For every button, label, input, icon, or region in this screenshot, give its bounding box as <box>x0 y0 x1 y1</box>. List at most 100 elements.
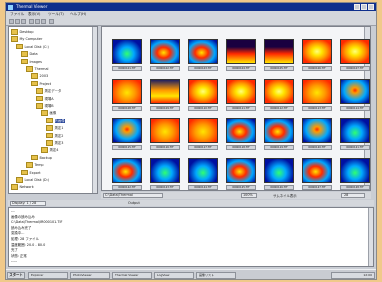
thermal-thumbnail[interactable]: IR000104.TIF <box>226 39 256 72</box>
tree-node[interactable]: 現場B <box>36 103 54 109</box>
view-icon[interactable] <box>49 19 54 24</box>
thumbnail-caption: IR000116.TIF <box>150 145 180 150</box>
thermal-thumbnail[interactable]: IR000101.TIF <box>112 39 142 72</box>
thermal-thumbnail[interactable]: IR000118.TIF <box>226 118 256 151</box>
thermal-thumbnail[interactable]: IR000108.TIF <box>112 78 142 112</box>
thermal-thumbnail[interactable]: IR000127.TIF <box>302 157 332 191</box>
menu-file[interactable]: ファイル <box>10 12 24 17</box>
tree-node[interactable]: Images <box>21 58 42 65</box>
thermal-thumbnail[interactable]: IR000122.TIF <box>112 157 142 191</box>
zoom-text: 100% <box>243 193 253 197</box>
tree-node[interactable]: 熱画像 <box>46 117 65 124</box>
thumbnail-caption: IR000121.TIF <box>340 145 370 150</box>
tree-node-label: Data <box>29 51 38 56</box>
path-text: C:\Data\Thermal <box>105 193 133 197</box>
thermal-thumbnail[interactable]: IR000109.TIF <box>150 78 180 112</box>
thermal-image <box>302 39 332 64</box>
thermal-thumbnail[interactable]: IR000128.TIF <box>340 157 370 191</box>
folder-tree[interactable]: Desktop My Computer Local Disk (C:) Data Ima… <box>8 26 98 194</box>
tree-node[interactable]: 測定2 <box>46 132 63 139</box>
thermal-thumbnail[interactable]: IR000112.TIF <box>264 78 294 112</box>
thermal-thumbnail[interactable]: IR000125.TIF <box>226 157 256 191</box>
thermal-thumbnail[interactable]: IR000110.TIF <box>188 78 218 112</box>
tree-node[interactable]: 測定4 <box>41 147 58 153</box>
tree-node[interactable]: 測定1 <box>46 125 63 131</box>
thermal-thumbnail[interactable]: IR000113.TIF <box>302 78 332 112</box>
tree-node-label: Network <box>19 185 34 190</box>
log-scrollbar[interactable] <box>368 208 373 266</box>
thermal-image <box>340 118 370 143</box>
menu-help[interactable]: ヘルプ(H) <box>70 12 86 17</box>
menu-tools[interactable]: ツール(T) <box>48 12 64 17</box>
log-line: 処理: 28 ファイル <box>11 237 39 241</box>
tree-node[interactable]: 測定データ <box>36 88 62 94</box>
thumbnail-caption: IR000104.TIF <box>226 66 256 71</box>
tree-node[interactable]: Local Disk (C:) <box>16 43 49 50</box>
tree-node[interactable]: My Computer <box>11 36 42 42</box>
thermal-thumbnail[interactable]: IR000115.TIF <box>112 118 142 151</box>
thermal-thumbnail[interactable]: IR000123.TIF <box>150 157 180 191</box>
tree-node[interactable]: Export <box>21 169 41 176</box>
thermal-image <box>188 39 218 64</box>
thermal-thumbnail[interactable]: IR000121.TIF <box>340 118 370 151</box>
copy-icon[interactable] <box>35 19 40 24</box>
tree-node[interactable]: 現場A <box>36 95 54 102</box>
tree-node[interactable]: 画像 <box>41 110 56 116</box>
thermal-thumbnail[interactable]: IR000111.TIF <box>226 78 256 112</box>
thumbnail-caption: IR000128.TIF <box>340 184 370 190</box>
thermal-thumbnail[interactable]: IR000119.TIF <box>264 118 294 151</box>
menu-view[interactable]: 表示(V) <box>28 12 40 17</box>
tree-node[interactable]: Network <box>11 184 34 190</box>
maximize-button[interactable] <box>361 4 367 10</box>
start-button[interactable]: スタート <box>7 271 25 279</box>
taskbar-item[interactable]: Explorer <box>28 271 68 279</box>
thumbnail-grid[interactable]: IR000101.TIF IR000102.TIF IR000103.TIF IR00… <box>101 26 371 191</box>
thumbnail-caption: IR000125.TIF <box>226 184 256 190</box>
thermal-image <box>226 157 256 183</box>
folder-icon <box>16 177 23 183</box>
tree-node[interactable]: Temp <box>26 162 44 168</box>
minimize-button[interactable] <box>354 4 360 10</box>
thumbnail-caption: IR000107.TIF <box>340 66 370 71</box>
tree-scrollbar[interactable] <box>92 27 97 193</box>
thermal-thumbnail[interactable]: IR000103.TIF <box>188 39 218 72</box>
tree-node-label: Thermal <box>34 66 49 71</box>
output-tab-label[interactable]: Output <box>128 201 140 205</box>
thermal-thumbnail[interactable]: IR000126.TIF <box>264 157 294 191</box>
thermal-thumbnail[interactable]: IR000106.TIF <box>302 39 332 72</box>
close-button[interactable] <box>368 4 374 10</box>
thermal-thumbnail[interactable]: IR000102.TIF <box>150 39 180 72</box>
thermal-thumbnail[interactable]: IR000107.TIF <box>340 39 370 72</box>
forward-icon[interactable] <box>15 19 20 24</box>
output-log[interactable]: --- 画像の読み込み C:\Data\Thermal\IR000101.TIF 読み… <box>8 207 374 267</box>
tree-node[interactable]: Thermal <box>26 66 49 72</box>
thermal-thumbnail[interactable]: IR000120.TIF <box>302 118 332 151</box>
taskbar-item[interactable]: 画像リスト <box>196 271 236 279</box>
log-line: --- <box>11 209 15 213</box>
tree-node[interactable]: Local Disk (D:) <box>16 177 49 183</box>
thumbnail-caption: IR000103.TIF <box>188 66 218 71</box>
taskbar-item[interactable]: Thermal Viewer <box>112 271 152 279</box>
tree-node[interactable]: 2003 <box>31 73 48 79</box>
thermal-thumbnail[interactable]: IR000117.TIF <box>188 118 218 151</box>
tree-node-label: 測定データ <box>44 88 62 93</box>
log-line: 画像の読み込み <box>11 214 35 219</box>
tree-node[interactable]: Data <box>21 51 38 57</box>
thermal-image <box>112 118 142 143</box>
thermal-thumbnail[interactable]: IR000116.TIF <box>150 118 180 151</box>
thumbnail-caption: IR000111.TIF <box>226 105 256 111</box>
cut-icon[interactable] <box>29 19 34 24</box>
tree-node[interactable]: Project <box>31 80 51 87</box>
tree-node-label: 熱画像 <box>54 118 65 123</box>
thermal-thumbnail[interactable]: IR000124.TIF <box>188 157 218 191</box>
tree-node[interactable]: Desktop <box>11 29 33 35</box>
taskbar-item[interactable]: PhotoViewer <box>70 271 110 279</box>
tree-node[interactable]: 測定3 <box>46 140 63 146</box>
up-folder-icon[interactable] <box>21 19 26 24</box>
thermal-thumbnail[interactable]: IR000114.TIF <box>340 78 370 112</box>
taskbar-item[interactable]: LogView <box>154 271 194 279</box>
back-icon[interactable] <box>9 19 14 24</box>
tree-node[interactable]: Backup <box>31 154 52 161</box>
thermal-thumbnail[interactable]: IR000105.TIF <box>264 39 294 72</box>
paste-icon[interactable] <box>41 19 46 24</box>
